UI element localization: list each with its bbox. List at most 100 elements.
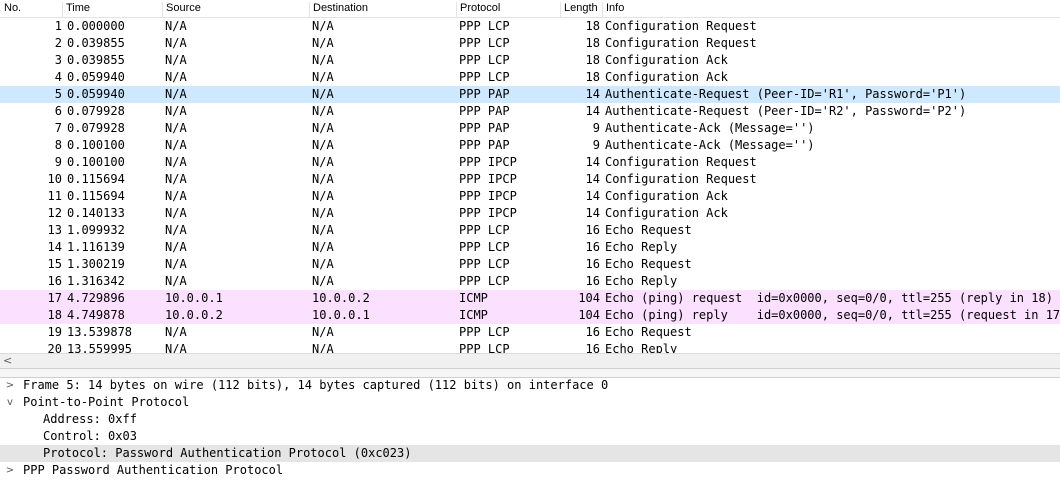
cell-info: Authenticate-Request (Peer-ID='R2', Pass…: [605, 104, 967, 118]
cell-length: 14: [585, 87, 600, 101]
cell-info: Echo Request: [605, 257, 692, 271]
cell-time: 0.039855: [67, 53, 125, 67]
cell-time: 1.300219: [67, 257, 125, 271]
cell-protocol: PPP IPCP: [459, 206, 517, 220]
tree-item[interactable]: v Point-to-Point Protocol: [0, 394, 1060, 411]
tree-item-label: PPP Password Authentication Protocol: [23, 463, 284, 477]
cell-info: Echo (ping) reply id=0x0000, seq=0/0, tt…: [605, 308, 1060, 322]
cell-no: 5: [54, 87, 62, 101]
chevron-right-icon[interactable]: >: [4, 462, 16, 479]
cell-info: Authenticate-Ack (Message=''): [605, 138, 815, 152]
cell-protocol: ICMP: [459, 291, 488, 305]
column-header-length[interactable]: Length: [560, 2, 602, 17]
cell-source: N/A: [165, 104, 187, 118]
cell-no: 12: [47, 206, 62, 220]
cell-length: 16: [585, 240, 600, 254]
cell-destination: N/A: [312, 325, 334, 339]
cell-time: 0.079928: [67, 121, 125, 135]
cell-no: 6: [54, 104, 62, 118]
cell-destination: N/A: [312, 257, 334, 271]
tree-item[interactable]: Control: 0x03: [0, 428, 1060, 445]
cell-protocol: PPP IPCP: [459, 155, 517, 169]
cell-source: N/A: [165, 70, 187, 84]
cell-length: 18: [585, 36, 600, 50]
cell-protocol: PPP LCP: [459, 274, 510, 288]
column-header-protocol[interactable]: Protocol: [456, 2, 560, 17]
table-row[interactable]: 11 0.115694 N/A N/A PPP IPCP 14 Configuration …: [0, 188, 1060, 205]
cell-source: N/A: [165, 155, 187, 169]
cell-no: 10: [47, 172, 62, 186]
table-row[interactable]: 15 1.300219 N/A N/A PPP LCP 16 Echo Request: [0, 256, 1060, 273]
cell-destination: 10.0.0.2: [312, 291, 370, 305]
table-row[interactable]: 1 0.000000 N/A N/A PPP LCP 18 Configuration Re…: [0, 18, 1060, 35]
column-header-source[interactable]: Source: [162, 2, 309, 17]
cell-destination: N/A: [312, 121, 334, 135]
table-row[interactable]: 20 13.559995 N/A N/A PPP LCP 16 Echo Reply: [0, 341, 1060, 353]
table-row[interactable]: 10 0.115694 N/A N/A PPP IPCP 14 Configuration …: [0, 171, 1060, 188]
cell-info: Echo Request: [605, 223, 692, 237]
column-header-time[interactable]: Time: [62, 2, 162, 17]
cell-protocol: PPP LCP: [459, 342, 510, 353]
table-row[interactable]: 14 1.116139 N/A N/A PPP LCP 16 Echo Reply: [0, 239, 1060, 256]
cell-info: Configuration Request: [605, 36, 757, 50]
table-row[interactable]: 19 13.539878 N/A N/A PPP LCP 16 Echo Request: [0, 324, 1060, 341]
cell-time: 4.749878: [67, 308, 125, 322]
table-row[interactable]: 2 0.039855 N/A N/A PPP LCP 18 Configuration Re…: [0, 35, 1060, 52]
cell-destination: 10.0.0.1: [312, 308, 370, 322]
tree-item[interactable]: Protocol: Password Authentication Protoc…: [0, 445, 1060, 462]
cell-time: 0.039855: [67, 36, 125, 50]
table-row[interactable]: 5 0.059940 N/A N/A PPP PAP 14 Authenticate-Req…: [0, 86, 1060, 103]
cell-protocol: PPP PAP: [459, 87, 510, 101]
table-row[interactable]: 16 1.316342 N/A N/A PPP LCP 16 Echo Reply: [0, 273, 1060, 290]
cell-info: Authenticate-Request (Peer-ID='R1', Pass…: [605, 87, 967, 101]
cell-protocol: PPP LCP: [459, 240, 510, 254]
table-row[interactable]: 3 0.039855 N/A N/A PPP LCP 18 Configuration Ac…: [0, 52, 1060, 69]
cell-time: 0.100100: [67, 138, 125, 152]
scroll-left-icon[interactable]: <: [3, 354, 12, 368]
tree-item[interactable]: Address: 0xff: [0, 411, 1060, 428]
column-header-no[interactable]: No.: [0, 2, 62, 17]
horizontal-scrollbar[interactable]: <: [0, 353, 1060, 368]
cell-destination: N/A: [312, 70, 334, 84]
cell-protocol: PPP PAP: [459, 121, 510, 135]
cell-no: 16: [47, 274, 62, 288]
cell-no: 3: [54, 53, 62, 67]
chevron-right-icon[interactable]: >: [4, 377, 16, 394]
tree-item-label: Point-to-Point Protocol: [23, 395, 190, 409]
table-row[interactable]: 7 0.079928 N/A N/A PPP PAP 9 Authenticate-Ack …: [0, 120, 1060, 137]
column-header-info[interactable]: Info: [602, 2, 1060, 17]
table-row[interactable]: 6 0.079928 N/A N/A PPP PAP 14 Authenticate-Req…: [0, 103, 1060, 120]
cell-protocol: PPP LCP: [459, 325, 510, 339]
cell-no: 7: [54, 121, 62, 135]
tree-item[interactable]: > PPP Password Authentication Protocol: [0, 462, 1060, 479]
cell-info: Configuration Ack: [605, 189, 728, 203]
cell-protocol: PPP LCP: [459, 257, 510, 271]
cell-no: 14: [47, 240, 62, 254]
cell-source: 10.0.0.2: [165, 308, 223, 322]
table-row[interactable]: 8 0.100100 N/A N/A PPP PAP 9 Authenticate-Ack …: [0, 137, 1060, 154]
table-row[interactable]: 9 0.100100 N/A N/A PPP IPCP 14 Configuration R…: [0, 154, 1060, 171]
table-row[interactable]: 17 4.729896 10.0.0.1 10.0.0.2 ICMP 104 Echo (p…: [0, 290, 1060, 307]
packet-details-tree[interactable]: > Frame 5: 14 bytes on wire (112 bits), 1…: [0, 377, 1060, 485]
cell-protocol: PPP LCP: [459, 36, 510, 50]
table-row[interactable]: 18 4.749878 10.0.0.2 10.0.0.1 ICMP 104 Echo (p…: [0, 307, 1060, 324]
tree-item[interactable]: > Frame 5: 14 bytes on wire (112 bits), 1…: [0, 377, 1060, 394]
cell-protocol: PPP LCP: [459, 223, 510, 237]
table-row[interactable]: 4 0.059940 N/A N/A PPP LCP 18 Configuration Ac…: [0, 69, 1060, 86]
table-row[interactable]: 13 1.099932 N/A N/A PPP LCP 16 Echo Request: [0, 222, 1060, 239]
cell-length: 104: [578, 291, 600, 305]
packet-list-header: No. Time Source Destination Protocol Len…: [0, 0, 1060, 18]
chevron-down-icon[interactable]: v: [4, 394, 16, 411]
cell-length: 16: [585, 257, 600, 271]
cell-time: 1.316342: [67, 274, 125, 288]
column-header-destination[interactable]: Destination: [309, 2, 456, 17]
cell-time: 0.079928: [67, 104, 125, 118]
tree-item-label: Protocol: Password Authentication Protoc…: [43, 446, 412, 460]
cell-length: 16: [585, 342, 600, 353]
cell-time: 13.539878: [67, 325, 133, 339]
cell-source: N/A: [165, 342, 187, 353]
packet-list[interactable]: No. Time Source Destination Protocol Len…: [0, 0, 1060, 353]
tree-item-label: Frame 5: 14 bytes on wire (112 bits), 14…: [23, 378, 609, 392]
table-row[interactable]: 12 0.140133 N/A N/A PPP IPCP 14 Configuration …: [0, 205, 1060, 222]
cell-info: Configuration Ack: [605, 70, 728, 84]
